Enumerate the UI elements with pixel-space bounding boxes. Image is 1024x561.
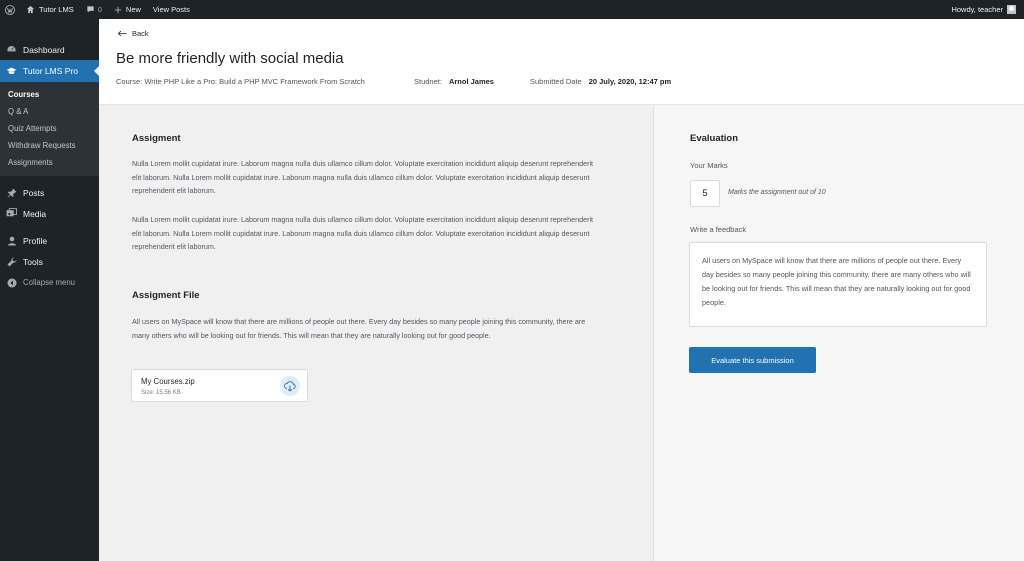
sidebar-item-label: Tools (23, 256, 43, 267)
sidebar-item-tutor-lms-pro[interactable]: Tutor LMS Pro (0, 60, 99, 82)
submitted-date-label: Submitted Date (530, 77, 582, 86)
dashboard-icon (6, 44, 17, 55)
attachment-card: My Courses.zip Size: 15.56 KB (131, 369, 308, 402)
download-button[interactable] (280, 376, 300, 396)
sidebar-item-label: Posts (23, 187, 45, 198)
sidebar-item-media[interactable]: Media (0, 203, 99, 224)
back-link[interactable]: Back (118, 29, 149, 38)
back-label: Back (132, 29, 149, 38)
home-icon (26, 5, 35, 14)
new-label: New (125, 5, 141, 14)
sidebar-item-label: Dashboard (23, 44, 65, 55)
sidebar-item-label: Collapse menu (23, 278, 76, 287)
comments-count: 0 (97, 5, 102, 14)
submitted-date-meta: Submitted Date 20 July, 2020, 12:47 pm (530, 77, 671, 86)
view-posts-label: View Posts (152, 5, 190, 14)
student-meta: Studnet: Arnol James (414, 77, 494, 86)
comment-icon (87, 6, 94, 13)
collapse-icon (6, 277, 17, 288)
user-icon (6, 235, 17, 246)
assignment-paragraph: Nulla Lorem mollit cupidatat irure. Labo… (132, 215, 594, 251)
comments-link[interactable]: 0 (80, 0, 108, 19)
assignment-content: Assigment Nulla Lorem mollit cupidatat i… (99, 106, 653, 561)
collapse-menu-button[interactable]: Collapse menu (0, 272, 99, 293)
wrench-icon (6, 256, 17, 267)
evaluation-panel: Evaluation Your Marks 5 Marks the assign… (654, 106, 1024, 561)
sidebar-item-profile[interactable]: Profile (0, 230, 99, 251)
assignment-file-description: All users on MySpace will know that ther… (132, 317, 586, 340)
submenu-item-assignments[interactable]: Assignments (0, 154, 99, 171)
submenu-item-withdraw-requests[interactable]: Withdraw Requests (0, 137, 99, 154)
sidebar-item-tools[interactable]: Tools (0, 251, 99, 272)
wordpress-logo-button[interactable] (0, 0, 20, 19)
sidebar-item-posts[interactable]: Posts (0, 182, 99, 203)
view-posts-link[interactable]: View Posts (147, 0, 196, 19)
submitted-date-value: 20 July, 2020, 12:47 pm (588, 77, 672, 86)
admin-bar: Tutor LMS 0 New View Posts Howdy, teache… (0, 0, 1024, 19)
sidebar-item-dashboard[interactable]: Dashboard (0, 39, 99, 60)
assignment-paragraph: Nulla Lorem mollit cupidatat irure. Labo… (132, 159, 594, 195)
my-account-menu[interactable]: Howdy, teacher (945, 0, 1024, 19)
pushpin-icon (6, 187, 17, 198)
attachment-name: My Courses.zip (141, 377, 195, 386)
wordpress-icon (5, 4, 15, 15)
admin-sidebar: Dashboard Tutor LMS Pro Courses Q & A Qu… (0, 19, 99, 561)
page-title: Be more friendly with social media (116, 50, 344, 67)
submenu-item-courses[interactable]: Courses (0, 86, 99, 103)
marks-input[interactable]: 5 (690, 180, 720, 207)
marks-label: Your Marks (690, 161, 728, 170)
student-name: Arnol James (448, 77, 494, 86)
course-name: Course: Write PHP Like a Pro: Build a PH… (116, 77, 365, 86)
new-content-link[interactable]: New (108, 0, 147, 19)
media-icon (6, 208, 17, 219)
site-name-link[interactable]: Tutor LMS (20, 0, 80, 19)
assignment-file-title: Assigment File (132, 290, 200, 301)
sidebar-item-label: Media (23, 208, 47, 219)
plus-icon (114, 6, 122, 13)
attachment-size: Size: 15.56 KB (141, 390, 181, 396)
graduation-cap-icon (6, 66, 17, 77)
site-name: Tutor LMS (39, 5, 74, 14)
marks-hint: Marks the assignment out of 10 (728, 189, 826, 196)
student-label: Studnet: (414, 77, 442, 86)
sidebar-item-label: Profile (23, 235, 48, 246)
avatar (1007, 5, 1016, 14)
howdy-text: Howdy, teacher (951, 5, 1003, 14)
arrow-left-icon (118, 30, 127, 37)
assignment-title: Assigment (132, 133, 181, 144)
evaluate-submission-button[interactable]: Evaluate this submission (689, 347, 816, 373)
submenu-item-quiz-attempts[interactable]: Quiz Attempts (0, 120, 99, 137)
tutor-submenu: Courses Q & A Quiz Attempts Withdraw Req… (0, 82, 99, 176)
cloud-download-icon (284, 380, 296, 392)
feedback-label: Write a feedback (690, 225, 747, 234)
feedback-textarea[interactable]: All users on MySpace will know that ther… (689, 242, 987, 327)
submenu-item-qa[interactable]: Q & A (0, 103, 99, 120)
sidebar-item-label: Tutor LMS Pro (23, 66, 78, 76)
page-header: Back Be more friendly with social media … (99, 19, 1024, 105)
evaluation-title: Evaluation (690, 133, 739, 144)
course-meta: Course: Write PHP Like a Pro: Build a PH… (116, 77, 365, 86)
